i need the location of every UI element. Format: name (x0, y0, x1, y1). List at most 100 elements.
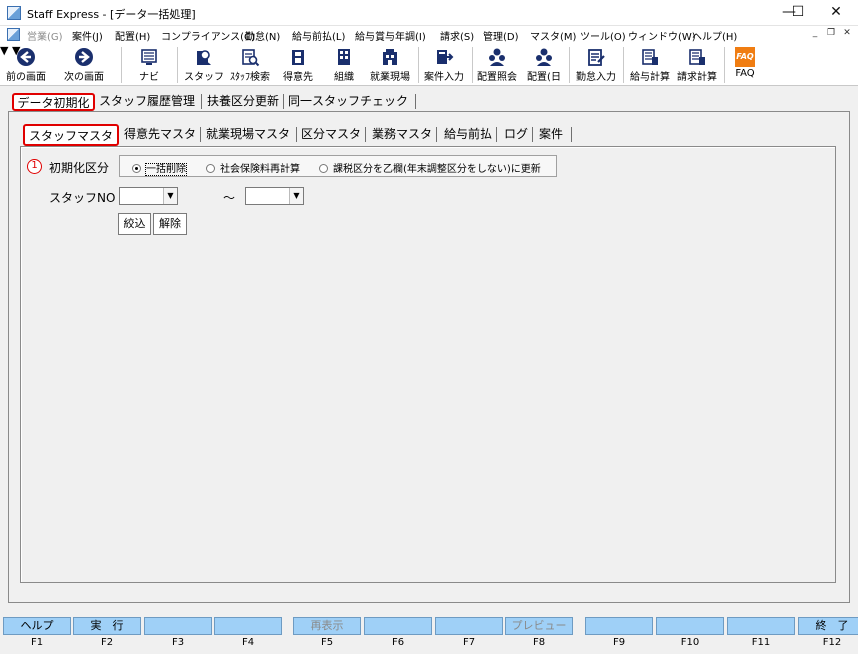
placement-query-button[interactable]: 配置照会 (475, 44, 519, 85)
fkey-f1-button[interactable]: ヘルプ (3, 617, 71, 635)
mdi-restore-button[interactable]: ❐ (824, 27, 838, 41)
tab-worksite-master[interactable]: 就業現場マスタ (206, 126, 297, 144)
tab-staff-history[interactable]: スタッフ履歴管理 (99, 93, 202, 111)
tab-client-master[interactable]: 得意先マスタ (124, 126, 201, 144)
staff-search-button[interactable]: ｽﾀｯﾌ検索 (228, 44, 272, 85)
prev-screen-button[interactable]: 前の画面 (2, 44, 50, 85)
fkey-f12: 終 了 F12 (798, 617, 858, 648)
fkey-f2-label: F2 (100, 637, 114, 648)
tab-business-master[interactable]: 業務マスタ (372, 126, 437, 144)
staff-button[interactable]: スタッフ (184, 44, 224, 85)
fkey-f10: F10 (656, 617, 724, 648)
menu-sales[interactable]: 営業(G) (27, 28, 63, 43)
job-entry-button[interactable]: 案件入力 (422, 44, 466, 85)
toolbar-separator (472, 47, 473, 83)
filter-button[interactable]: 絞込 (118, 213, 151, 235)
tab-dependency-update[interactable]: 扶養区分更新 (207, 93, 284, 111)
worksite-label: 就業現場 (370, 72, 410, 83)
navi-button[interactable]: ナビ (129, 44, 169, 85)
client-label: 得意先 (283, 72, 313, 83)
menu-compliance[interactable]: コンプライアンス(C) (161, 28, 255, 43)
menu-placement[interactable]: 配置(H) (115, 28, 150, 43)
fkey-f4-label: F4 (241, 637, 255, 648)
job-entry-label: 案件入力 (424, 72, 464, 83)
fkey-f2-button[interactable]: 実 行 (73, 617, 141, 635)
tab-staff-master[interactable]: スタッフマスタ (23, 124, 119, 146)
staff-no-label: スタッフNO (49, 191, 116, 205)
fkey-f10-button[interactable] (656, 617, 724, 635)
staff-no-to-select[interactable]: ▼ (245, 187, 304, 205)
fkey-f4: F4 (214, 617, 282, 648)
fkey-f6: F6 (364, 617, 432, 648)
mdi-close-button[interactable]: ✕ (840, 27, 854, 41)
fkey-f1-label: F1 (30, 637, 44, 648)
fkey-f11-button[interactable] (727, 617, 795, 635)
tab-duplicate-staff-check[interactable]: 同一スタッフチェック (288, 93, 416, 111)
tab-log[interactable]: ログ (504, 126, 533, 144)
radio-social-insurance-recalc-label: 社会保険料再計算 (220, 164, 300, 175)
client-button[interactable]: 得意先 (278, 44, 318, 85)
org-button[interactable]: 組織 (324, 44, 364, 85)
toolbar-separator (177, 47, 178, 83)
billing-button[interactable]: 請求計算 (675, 44, 719, 85)
org-icon (338, 49, 350, 65)
menu-payroll-bonus[interactable]: 給与賞与年調(I) (355, 28, 426, 43)
worksite-button[interactable]: 就業現場 (368, 44, 412, 85)
mdi-minimize-button[interactable]: _ (808, 27, 822, 41)
placement-day-label: 配置(日 (527, 72, 561, 83)
job-entry-icon (437, 50, 454, 64)
menu-advance-pay[interactable]: 給与前払(L) (292, 28, 345, 43)
placement-day-button[interactable]: 配置(日 (524, 44, 564, 85)
radio-bulk-delete-label: 一括削除 (145, 163, 187, 176)
toolbar-separator (121, 47, 122, 83)
attendance-button[interactable]: 勤怠入力 (574, 44, 618, 85)
faq-button[interactable]: FAQ FAQ (728, 44, 762, 85)
menu-tools[interactable]: ツール(O) (580, 28, 626, 43)
worksite-icon (383, 49, 397, 65)
menu-jobs[interactable]: 案件(J) (72, 28, 103, 43)
tab-data-init[interactable]: データ初期化 (12, 93, 95, 111)
document-icon[interactable] (7, 28, 20, 41)
next-screen-button[interactable]: 次の画面 (60, 44, 108, 85)
fkey-f6-label: F6 (391, 637, 405, 648)
org-label: 組織 (334, 72, 354, 83)
dropdown-arrow-icon[interactable]: ▼ (289, 188, 303, 204)
menu-help[interactable]: ヘルプ(H) (692, 28, 737, 43)
radio-tax-class-update[interactable]: 課税区分を乙欄(年末調整区分をしない)に更新 (319, 160, 541, 175)
close-button[interactable]: ✕ (813, 0, 858, 26)
menu-master[interactable]: マスタ(M) (530, 28, 576, 43)
tab-advance-pay[interactable]: 給与前払 (444, 126, 497, 144)
fkey-f7-button[interactable] (435, 617, 503, 635)
clear-button[interactable]: 解除 (153, 213, 187, 235)
payroll-button[interactable]: 給与計算 (628, 44, 672, 85)
tab-jobs[interactable]: 案件 (539, 126, 572, 144)
menu-admin[interactable]: 管理(D) (483, 28, 519, 43)
menu-attendance[interactable]: 勤怠(N) (245, 28, 280, 43)
function-key-bar: ヘルプ F1 実 行 F2 F3 F4 再表示 F5 F6 F7 プレビュー F8 F9 F10 F11 終 … (0, 617, 858, 654)
billing-label: 請求計算 (677, 72, 717, 83)
fkey-f5-button[interactable]: 再表示 (293, 617, 361, 635)
menu-window[interactable]: ウィンドウ(W) (628, 28, 696, 43)
fkey-f8-button[interactable]: プレビュー (505, 617, 573, 635)
tab-staff-history-label: スタッフ履歴管理 (99, 94, 196, 108)
fkey-f12-label: F12 (822, 637, 842, 648)
attendance-icon (588, 49, 605, 66)
fkey-f12-button[interactable]: 終 了 (798, 617, 858, 635)
menu-billing[interactable]: 請求(S) (440, 28, 474, 43)
fkey-f10-label: F10 (680, 637, 700, 648)
staff-no-from-select[interactable]: ▼ (119, 187, 178, 205)
prev-screen-label: 前の画面 (6, 72, 46, 83)
dropdown-arrow-icon[interactable]: ▼ (163, 188, 177, 204)
tab-category-master[interactable]: 区分マスタ (301, 126, 366, 144)
tab-jobs-label: 案件 (539, 127, 564, 141)
radio-bulk-delete[interactable]: 一括削除 (132, 160, 187, 176)
staff-search-icon (242, 49, 260, 67)
fkey-f4-button[interactable] (214, 617, 282, 635)
fkey-f9-button[interactable] (585, 617, 653, 635)
fkey-f9: F9 (585, 617, 653, 648)
fkey-f3-button[interactable] (144, 617, 212, 635)
menu-bar: 営業(G) 案件(J) 配置(H) コンプライアンス(C) 勤怠(N) 給与前払… (0, 26, 858, 44)
fkey-f6-button[interactable] (364, 617, 432, 635)
radio-social-insurance-recalc[interactable]: 社会保険料再計算 (206, 160, 300, 175)
fkey-f9-label: F9 (612, 637, 626, 648)
